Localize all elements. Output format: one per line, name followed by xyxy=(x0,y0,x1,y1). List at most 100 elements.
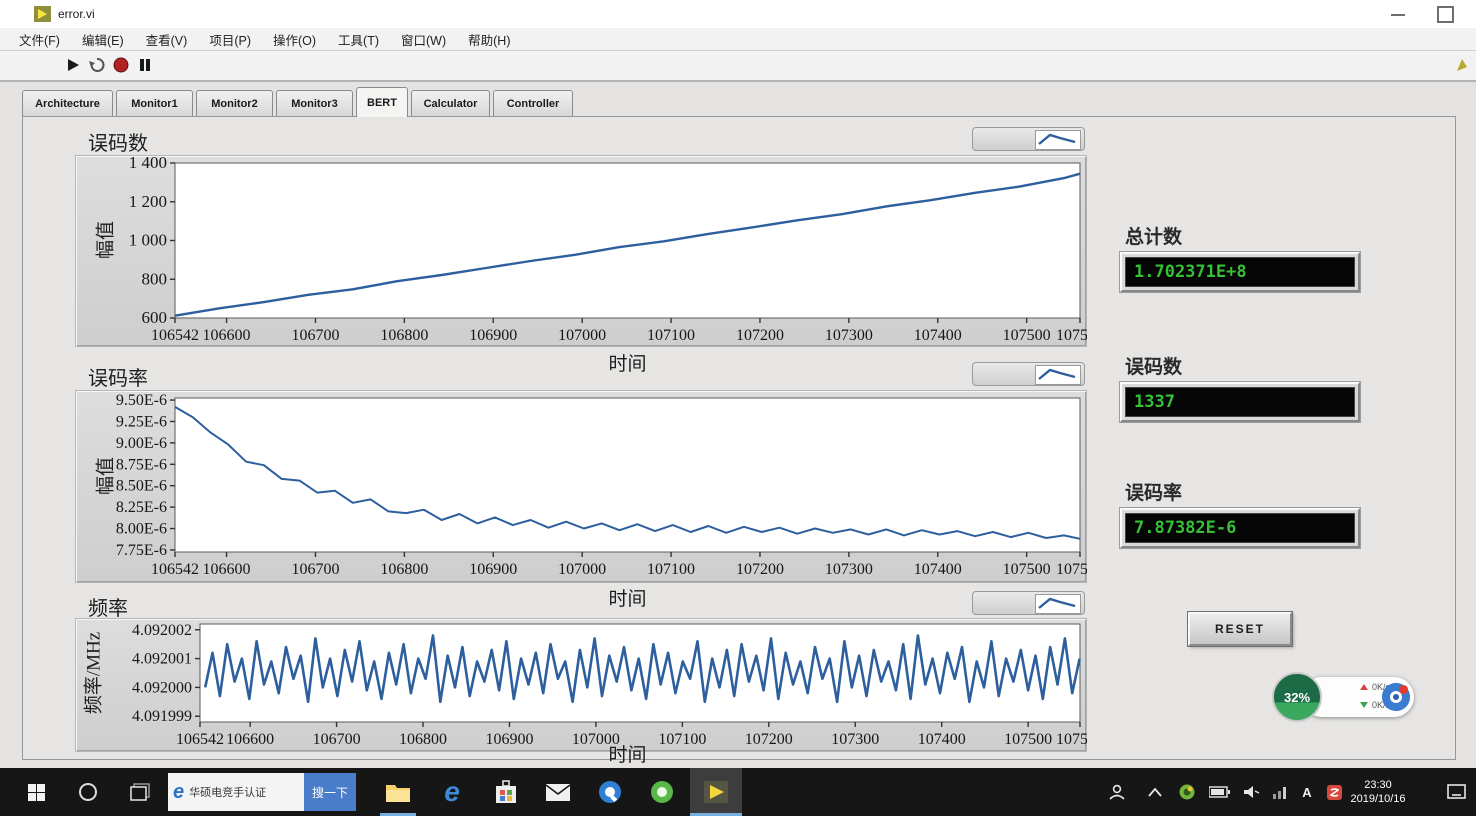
upload-icon xyxy=(1360,684,1368,690)
taskbar-search-input[interactable]: e 华硕电竞手认证 xyxy=(168,773,304,811)
edge-icon: e xyxy=(444,778,460,806)
battery-tray-icon[interactable] xyxy=(1204,768,1234,816)
svg-text:4.091999: 4.091999 xyxy=(132,708,192,725)
tab-monitor1[interactable]: Monitor1 xyxy=(116,90,193,116)
labview-taskbar-button[interactable] xyxy=(690,768,742,816)
error-rate-label: 误码率 xyxy=(1125,478,1182,505)
waveform-legend-icon xyxy=(1035,130,1081,150)
svg-text:107100: 107100 xyxy=(647,327,695,344)
toolbar xyxy=(0,51,1476,82)
svg-text:106600: 106600 xyxy=(203,561,251,578)
chart3-title: 频率 xyxy=(88,592,128,621)
tab-controller[interactable]: Controller xyxy=(493,90,573,116)
chart3-xlabel: 时间 xyxy=(175,740,1080,767)
reset-button[interactable]: RESET xyxy=(1188,612,1292,646)
memory-ball-widget[interactable]: 32% xyxy=(1272,672,1322,722)
start-button[interactable] xyxy=(14,768,58,816)
tab-bert[interactable]: BERT xyxy=(356,87,408,117)
chart2-plot[interactable]: 1065421066001067001068001069001070001071… xyxy=(75,390,1087,586)
pause-button[interactable] xyxy=(136,56,154,74)
store-button[interactable] xyxy=(482,768,530,816)
svg-text:106800: 106800 xyxy=(380,327,428,344)
svg-text:106542: 106542 xyxy=(151,561,199,578)
run-continuous-button[interactable] xyxy=(88,56,106,74)
tab-monitor3[interactable]: Monitor3 xyxy=(276,90,353,116)
q-browser-button[interactable] xyxy=(586,768,634,816)
error-count-display: 1337 xyxy=(1120,382,1360,422)
total-count-label: 总计数 xyxy=(1125,222,1182,249)
chart3-legend-button[interactable] xyxy=(972,591,1085,615)
svg-text:4.092000: 4.092000 xyxy=(132,679,192,696)
svg-text:107200: 107200 xyxy=(736,327,784,344)
speaker-tray-icon[interactable] xyxy=(1236,768,1266,816)
chart1-legend-button[interactable] xyxy=(972,127,1085,151)
edge-browser-button[interactable]: e xyxy=(428,768,476,816)
browser-360-button[interactable] xyxy=(638,768,686,816)
error-rate-value: 7.87382E-6 xyxy=(1125,513,1355,543)
memory-percent: 32% xyxy=(1284,690,1310,705)
store-icon xyxy=(494,780,518,804)
chart1-plot[interactable]: 1065421066001067001068001069001070001071… xyxy=(75,155,1087,350)
svg-text:1 200: 1 200 xyxy=(129,192,167,211)
search-text: 华硕电竞手认证 xyxy=(189,784,266,800)
svg-text:107300: 107300 xyxy=(825,327,873,344)
taskbar-clock[interactable]: 23:30 2019/10/16 xyxy=(1330,768,1426,816)
file-explorer-button[interactable] xyxy=(374,768,422,816)
abort-button[interactable] xyxy=(112,56,130,74)
menu-edit[interactable]: 编辑(E) xyxy=(71,28,135,50)
menu-tools[interactable]: 工具(T) xyxy=(327,28,390,50)
menu-view[interactable]: 查看(V) xyxy=(135,28,199,50)
search-go-button[interactable]: 搜一下 xyxy=(304,773,356,811)
svg-text:4.092001: 4.092001 xyxy=(132,651,192,668)
window-title: error.vi xyxy=(58,7,95,21)
tab-monitor2[interactable]: Monitor2 xyxy=(196,90,273,116)
svg-text:8.75E-6: 8.75E-6 xyxy=(116,456,167,473)
chart1-title: 误码数 xyxy=(88,127,148,156)
run-button[interactable] xyxy=(64,56,82,74)
action-center-button[interactable] xyxy=(1436,768,1476,816)
task-view-button[interactable] xyxy=(118,768,162,816)
chart2-legend-button[interactable] xyxy=(972,362,1085,386)
tab-architecture[interactable]: Architecture xyxy=(22,90,113,116)
labview-icon xyxy=(702,779,730,805)
cortana-button[interactable] xyxy=(66,768,110,816)
people-tray-icon[interactable] xyxy=(1100,768,1134,816)
tray-chevron-up[interactable] xyxy=(1140,768,1170,816)
svg-text:8.00E-6: 8.00E-6 xyxy=(116,521,167,538)
maximize-button[interactable] xyxy=(1428,4,1462,24)
widget-app-icon[interactable] xyxy=(1382,683,1410,711)
clock-time: 23:30 xyxy=(1364,778,1392,792)
folder-icon xyxy=(385,781,411,803)
svg-text:106600: 106600 xyxy=(203,327,251,344)
error-count-value: 1337 xyxy=(1125,387,1355,417)
menu-project[interactable]: 项目(P) xyxy=(198,28,262,50)
security-tray-icon[interactable] xyxy=(1172,768,1202,816)
total-count-value: 1.702371E+8 xyxy=(1125,257,1355,287)
svg-text:107300: 107300 xyxy=(825,561,873,578)
chart3-plot[interactable]: 1065421066001067001068001069001070001071… xyxy=(75,618,1087,754)
q-browser-icon xyxy=(597,779,623,805)
network-tray-icon[interactable] xyxy=(1266,768,1294,816)
mail-button[interactable] xyxy=(534,768,582,816)
minimize-icon xyxy=(1391,14,1405,16)
menu-operate[interactable]: 操作(O) xyxy=(262,28,327,50)
context-help-icon[interactable] xyxy=(1455,57,1469,73)
menu-file[interactable]: 文件(F) xyxy=(8,28,71,50)
svg-text:107500: 107500 xyxy=(1003,327,1051,344)
minimize-button[interactable] xyxy=(1382,4,1416,24)
waveform-legend-icon xyxy=(1035,594,1081,614)
screen: { "window": {"title": "error.vi"}, "menu… xyxy=(0,0,1476,816)
svg-text:107560: 107560 xyxy=(1056,327,1087,344)
svg-text:107000: 107000 xyxy=(558,327,606,344)
cortana-circle-icon xyxy=(78,782,98,802)
error-count-label: 误码数 xyxy=(1125,352,1182,379)
mail-icon xyxy=(545,782,571,802)
error-rate-display: 7.87382E-6 xyxy=(1120,508,1360,548)
menu-help[interactable]: 帮助(H) xyxy=(457,28,521,50)
ime-indicator[interactable]: A xyxy=(1294,768,1320,816)
menu-window[interactable]: 窗口(W) xyxy=(390,28,457,50)
clock-date: 2019/10/16 xyxy=(1350,792,1405,806)
tab-calculator[interactable]: Calculator xyxy=(411,90,490,116)
svg-text:1 000: 1 000 xyxy=(129,231,167,250)
svg-text:4.092002: 4.092002 xyxy=(132,622,192,639)
